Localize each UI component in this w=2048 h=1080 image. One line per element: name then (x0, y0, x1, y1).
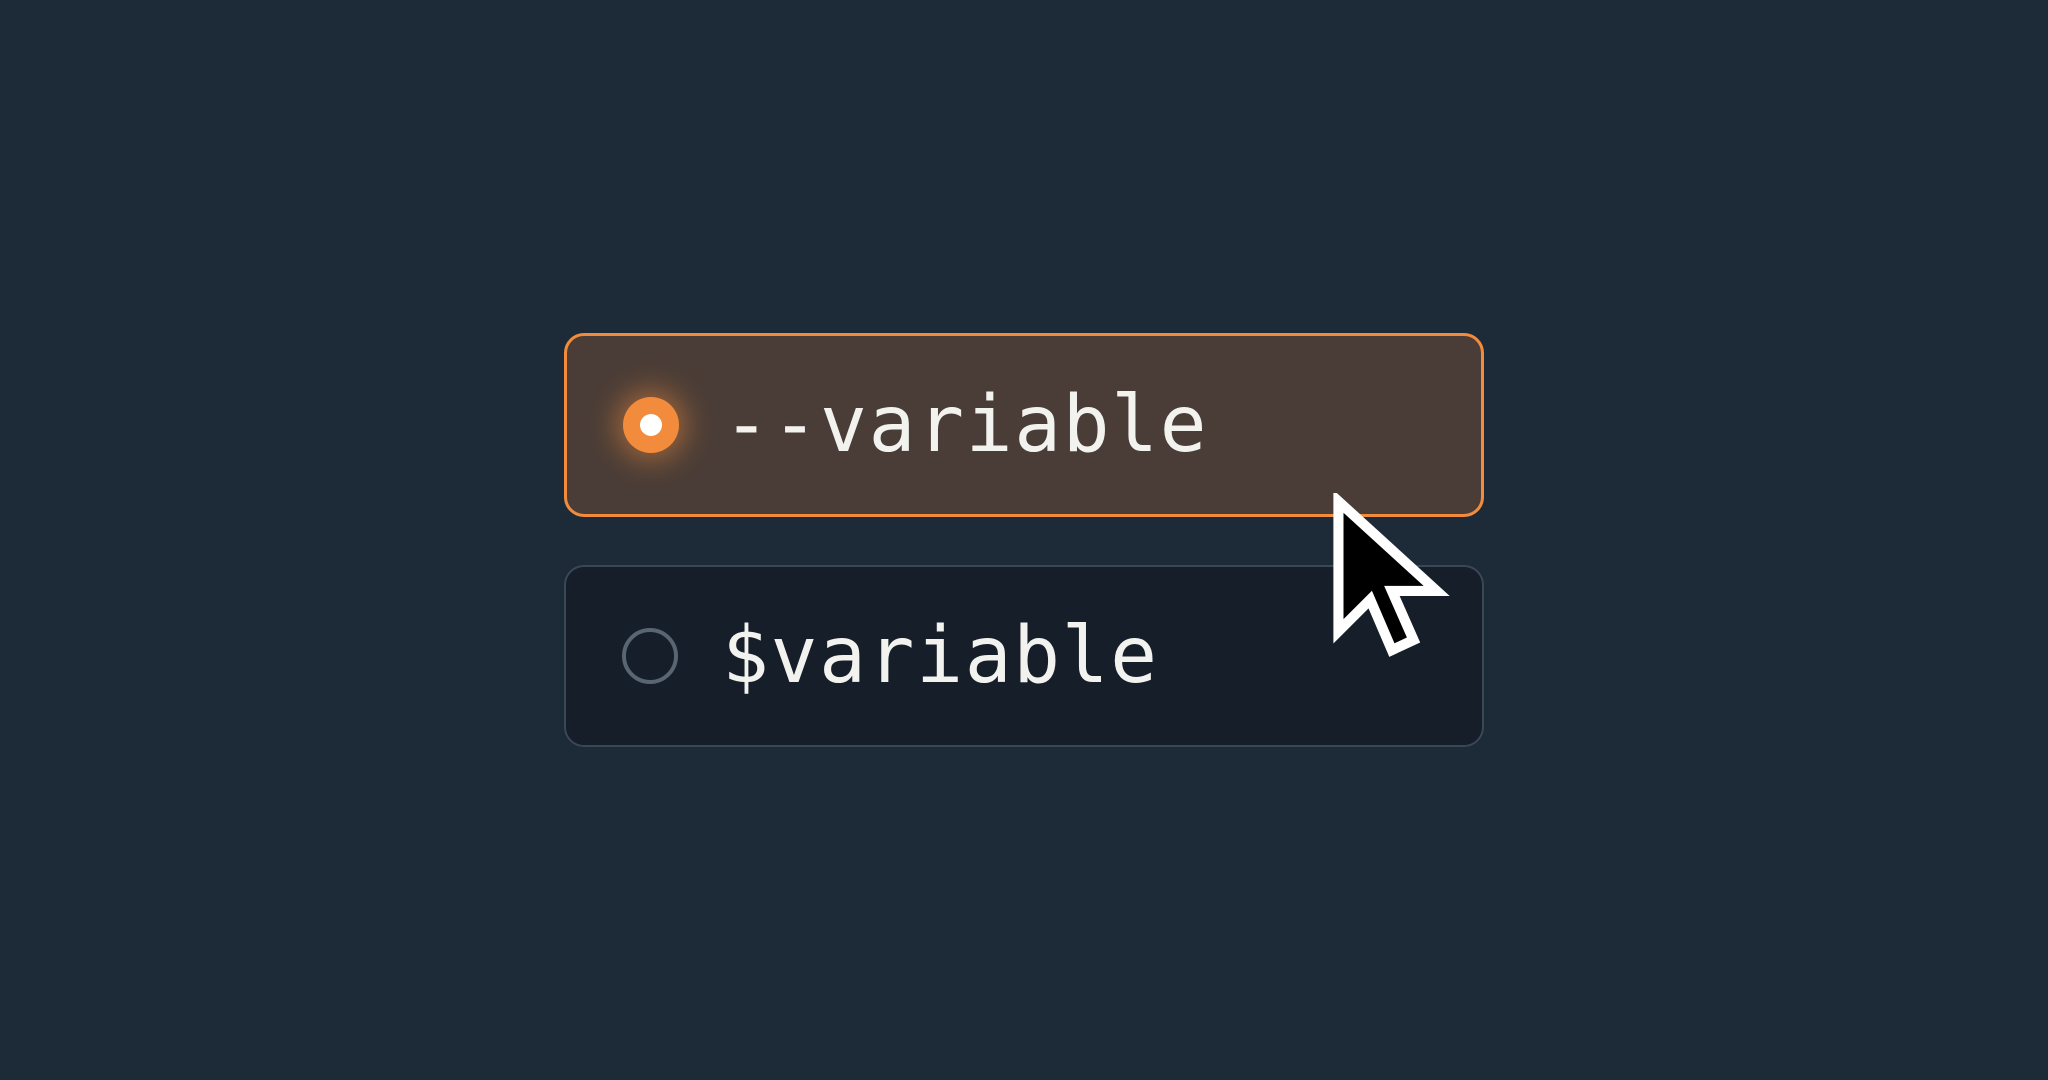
radio-group: --variable $variable (564, 333, 1484, 747)
radio-unselected-icon (622, 628, 678, 684)
radio-option-scss-variable[interactable]: $variable (564, 565, 1484, 747)
radio-selected-icon (623, 397, 679, 453)
radio-label: $variable (722, 611, 1159, 701)
radio-label: --variable (723, 380, 1208, 470)
radio-option-css-variable[interactable]: --variable (564, 333, 1484, 517)
